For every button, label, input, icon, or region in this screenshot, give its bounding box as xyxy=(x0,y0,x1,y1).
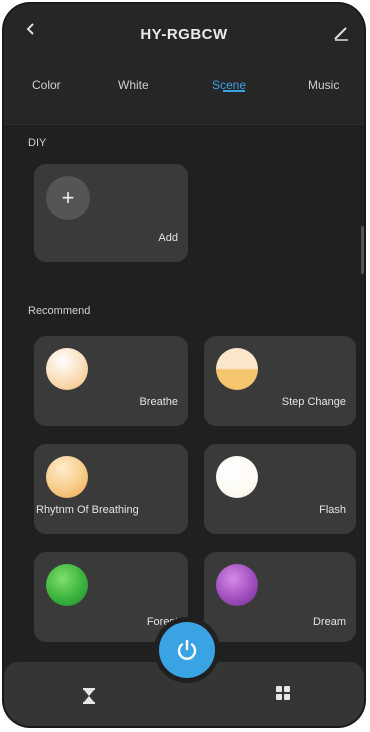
scene-swatch xyxy=(46,564,88,606)
diy-section-label: DIY xyxy=(28,137,47,149)
edit-button[interactable] xyxy=(332,24,350,42)
active-tab-indicator xyxy=(223,90,245,92)
grid-button[interactable] xyxy=(276,686,292,702)
scene-card-dream[interactable]: Dream xyxy=(204,552,356,642)
power-button[interactable] xyxy=(159,622,215,678)
add-scene-label: Add xyxy=(158,232,178,244)
page-title: HY-RGBCW xyxy=(140,26,228,43)
recommend-section-label: Recommend xyxy=(28,305,91,317)
scene-card-flash[interactable]: Flash xyxy=(204,444,356,534)
app-screen: HY-RGBCW Color White Scene Music DIY + A… xyxy=(4,4,364,726)
scene-card-step-change[interactable]: Step Change xyxy=(204,336,356,426)
scene-swatch xyxy=(216,456,258,498)
top-bar: HY-RGBCW xyxy=(4,4,364,62)
scrollbar[interactable] xyxy=(361,226,364,274)
scene-swatch xyxy=(46,348,88,390)
plus-icon: + xyxy=(46,176,90,220)
mode-tabs: Color White Scene Music xyxy=(4,62,364,125)
tab-color[interactable]: Color xyxy=(32,78,61,92)
scene-card-breathe[interactable]: Breathe xyxy=(34,336,188,426)
scene-label: Step Change xyxy=(281,396,346,408)
scene-label: Rhytnm Of Breathing xyxy=(36,504,139,516)
scene-swatch xyxy=(216,564,258,606)
tab-music[interactable]: Music xyxy=(308,78,339,92)
hourglass-icon xyxy=(83,688,95,704)
pencil-icon xyxy=(334,27,348,41)
power-icon xyxy=(177,639,197,660)
scene-label: Flash xyxy=(319,504,346,516)
scene-swatch xyxy=(216,348,258,390)
scene-swatch xyxy=(46,456,88,498)
add-scene-card[interactable]: + Add xyxy=(34,164,188,262)
scene-card-forest[interactable]: Forest xyxy=(34,552,188,642)
grid-icon xyxy=(276,686,290,700)
scene-card-rhythm-of-breathing[interactable]: Rhytnm Of Breathing xyxy=(34,444,188,534)
scene-label: Dream xyxy=(312,616,346,628)
tab-white[interactable]: White xyxy=(118,78,149,92)
timer-button[interactable] xyxy=(82,688,98,704)
scene-label: Breathe xyxy=(139,396,178,408)
